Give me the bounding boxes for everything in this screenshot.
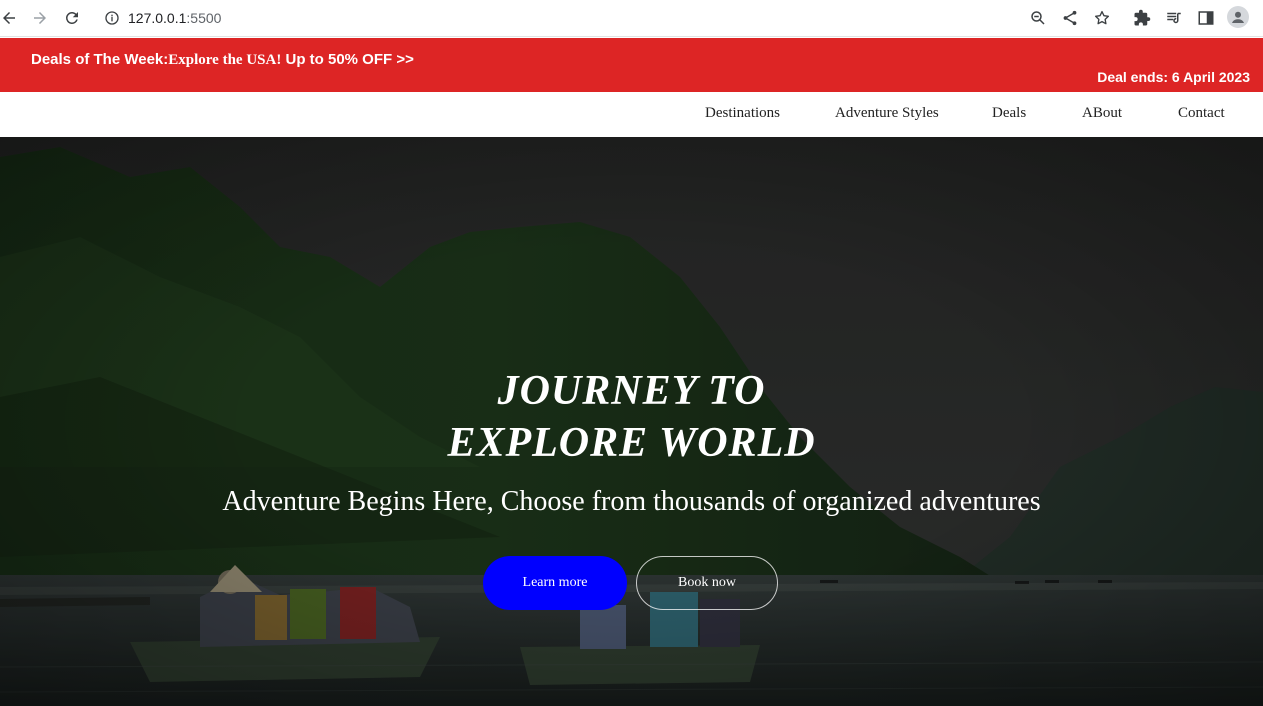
book-now-button[interactable]: Book now: [636, 556, 778, 610]
person-icon: [1232, 11, 1244, 23]
deals-banner: Deals of The Week:Explore the USA! Up to…: [0, 38, 1263, 92]
hero-subtitle: Adventure Begins Here, Choose from thous…: [222, 486, 1041, 517]
address-bar[interactable]: 127.0.0.1:5500: [94, 4, 1116, 32]
back-button[interactable]: [0, 6, 21, 30]
reading-list-button[interactable]: [1162, 6, 1186, 30]
forward-arrow-icon: [34, 12, 46, 24]
deal-prefix: Deals of The Week:: [31, 51, 169, 68]
learn-more-button[interactable]: Learn more: [483, 556, 627, 610]
hero-title-line-2: EXPLORE WORLD: [447, 420, 816, 466]
hero-title: JOURNEY TO EXPLORE WORLD: [0, 365, 1263, 469]
nav-item-about[interactable]: ABout: [1082, 105, 1122, 122]
reload-button[interactable]: [60, 6, 84, 30]
media-queue-icon: [1167, 12, 1181, 24]
share-icon: [1063, 10, 1077, 26]
nav-item-destinations[interactable]: Destinations: [705, 105, 780, 122]
puzzle-piece-icon: [1134, 9, 1151, 26]
bookmark-button[interactable]: [1090, 6, 1114, 30]
deal-of-week-link[interactable]: Deals of The Week:Explore the USA! Up to…: [31, 51, 414, 69]
main-nav: Destinations Adventure Styles Deals ABou…: [0, 92, 1263, 137]
extensions-button[interactable]: [1130, 6, 1154, 30]
nav-item-deals[interactable]: Deals: [992, 105, 1026, 122]
zoom-out-icon: [1031, 11, 1045, 25]
zoom-button[interactable]: [1026, 6, 1050, 30]
forward-button[interactable]: [28, 6, 52, 30]
deal-discount: Up to 50% OFF >>: [281, 51, 414, 68]
profile-avatar-button[interactable]: [1227, 6, 1249, 28]
star-icon: [1094, 10, 1110, 25]
url-host: 127.0.0.1: [128, 10, 187, 26]
hero-section: JOURNEY TO EXPLORE WORLD Adventure Begin…: [0, 137, 1263, 706]
url-port: :5500: [186, 10, 222, 26]
side-panel-button[interactable]: [1194, 6, 1218, 30]
share-button[interactable]: [1058, 6, 1082, 30]
back-arrow-icon: [3, 12, 15, 24]
deal-ends-text: Deal ends: 6 April 2023: [1097, 69, 1250, 85]
site-info-icon[interactable]: [104, 10, 120, 26]
reload-icon: [65, 11, 78, 24]
url-text: 127.0.0.1:5500: [128, 10, 221, 26]
browser-toolbar: 127.0.0.1:5500: [0, 0, 1263, 37]
hero-title-line-1: JOURNEY TO: [497, 368, 766, 414]
side-panel-icon: [1198, 11, 1214, 25]
deal-destination: Explore the USA!: [168, 52, 282, 68]
nav-item-adventure-styles[interactable]: Adventure Styles: [835, 105, 939, 122]
nav-item-contact[interactable]: Contact: [1178, 105, 1225, 122]
